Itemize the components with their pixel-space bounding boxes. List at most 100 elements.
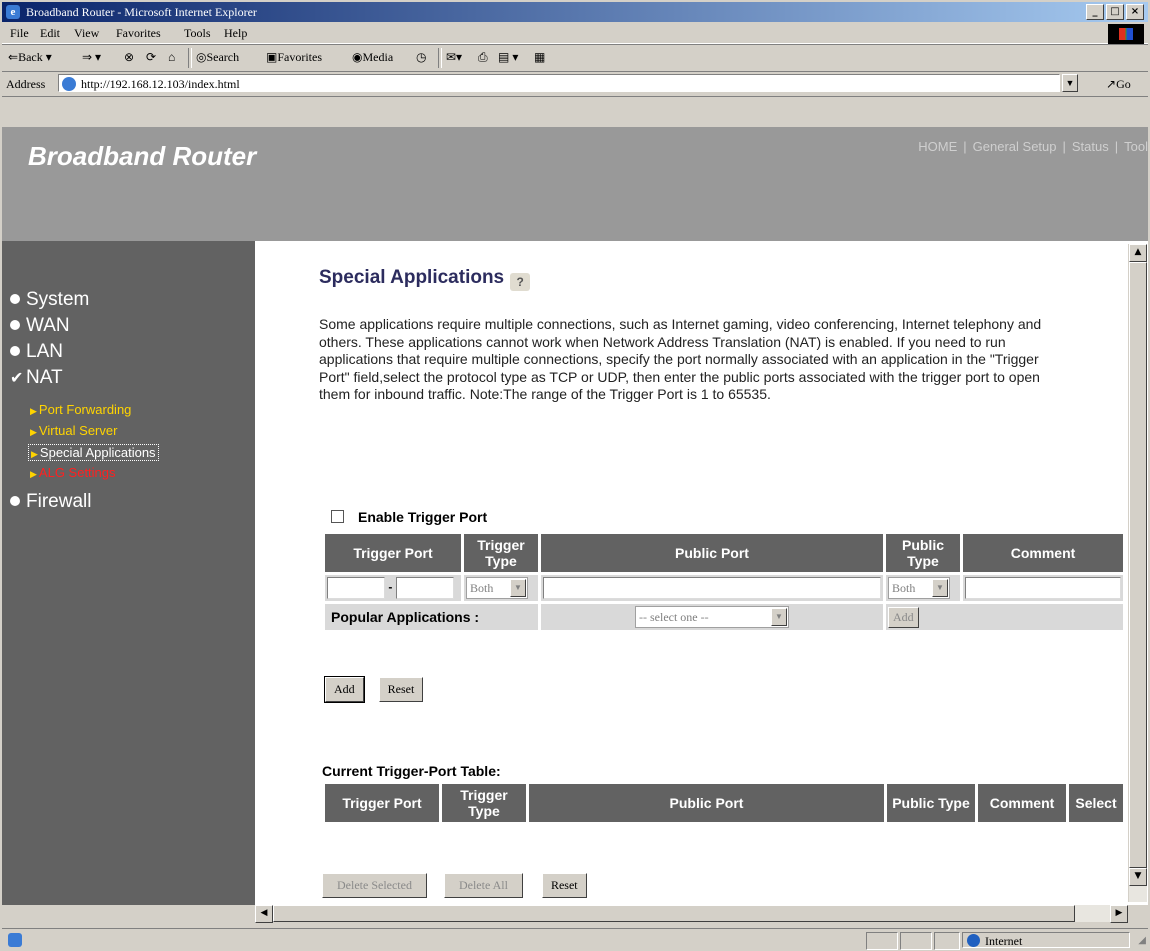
enable-trigger-checkbox[interactable] <box>331 510 344 523</box>
h-scroll-thumb[interactable] <box>273 905 1075 922</box>
address-bar: Address http://192.168.12.103/index.html… <box>2 72 1148 97</box>
menu-file[interactable]: File <box>10 26 29 41</box>
horizontal-scrollbar[interactable]: ◀ ▶ <box>255 905 1128 923</box>
trigger-port-start-input[interactable] <box>327 577 385 599</box>
bullet-icon <box>10 496 20 506</box>
go-button[interactable]: ↗Go <box>1106 77 1131 92</box>
bullet-icon <box>10 346 20 356</box>
enable-trigger-port[interactable]: Enable Trigger Port <box>331 509 487 525</box>
scroll-right-icon[interactable]: ▶ <box>1110 905 1128 923</box>
current-trigger-port-table: Trigger Port Trigger Type Public Port Pu… <box>322 781 1126 825</box>
page-status-icon <box>8 933 22 947</box>
edit-icon[interactable]: ▤ ▾ <box>498 50 518 65</box>
resize-grip-icon[interactable]: ◢ <box>1138 935 1146 946</box>
back-button[interactable]: ⇐Back ▾ <box>8 50 52 65</box>
chevron-down-icon: ▼ <box>510 579 526 597</box>
help-icon[interactable]: ? <box>510 273 531 291</box>
vertical-scrollbar[interactable]: ▲ ▼ <box>1128 244 1147 902</box>
address-dropdown[interactable]: ▼ <box>1062 74 1078 92</box>
trigger-port-cell: - <box>325 575 461 601</box>
sidebar-item-firewall[interactable]: Firewall <box>10 491 91 513</box>
sidebar: System WAN LAN ✔ NAT ▶ Port Forwarding ▶ Vi… <box>2 241 255 905</box>
forward-button[interactable]: ⇒ ▾ <box>82 50 101 65</box>
favorites-button[interactable]: ▣Favorites <box>266 50 322 65</box>
public-type-cell: Both ▼ <box>886 575 960 601</box>
window-title: Broadband Router - Microsoft Internet Ex… <box>26 5 257 19</box>
popular-add-button[interactable]: Add <box>888 606 919 628</box>
th-trigger-port: Trigger Port <box>325 534 461 572</box>
nav-home[interactable]: HOME <box>918 139 957 154</box>
history-icon[interactable]: ◷ <box>416 50 426 65</box>
discuss-icon[interactable]: ▦ <box>534 50 545 65</box>
page-title: Special Applications? <box>319 267 531 291</box>
reset-table-button[interactable]: Reset <box>541 873 587 898</box>
current-table-title: Current Trigger-Port Table: <box>322 763 501 779</box>
delete-all-button[interactable]: Delete All <box>443 873 523 898</box>
menu-favorites[interactable]: Favorites <box>116 26 161 41</box>
sidebar-item-system[interactable]: System <box>10 289 89 311</box>
sidebar-item-nat[interactable]: ✔ NAT <box>10 367 63 389</box>
scroll-up-icon[interactable]: ▲ <box>1129 244 1147 262</box>
title-bar: e Broadband Router - Microsoft Internet … <box>2 2 1148 22</box>
popular-applications-select[interactable]: -- select one -- ▼ <box>635 606 789 628</box>
nav-general-setup[interactable]: General Setup <box>973 139 1057 154</box>
sidebar-sub-special-applications[interactable]: ▶ Special Applications <box>28 444 159 461</box>
th-cur-trigger-type: Trigger Type <box>442 784 526 822</box>
close-button[interactable]: × <box>1126 4 1144 20</box>
bullet-icon <box>10 320 20 330</box>
status-bar: Internet ◢ <box>2 928 1148 951</box>
public-port-input[interactable] <box>543 577 881 599</box>
sidebar-sub-virtual-server[interactable]: ▶ Virtual Server <box>30 423 117 438</box>
search-button[interactable]: ◎Search <box>196 50 239 65</box>
browser-window: e Broadband Router - Microsoft Internet … <box>0 0 1150 951</box>
zone-indicator: Internet <box>962 932 1130 948</box>
comment-input[interactable] <box>965 577 1121 599</box>
th-cur-trigger-port: Trigger Port <box>325 784 439 822</box>
delete-selected-button[interactable]: Delete Selected <box>322 873 427 898</box>
popular-select-cell: -- select one -- ▼ <box>541 604 883 630</box>
reset-button[interactable]: Reset <box>378 677 424 702</box>
trigger-type-select[interactable]: Both ▼ <box>466 577 528 599</box>
scroll-down-icon[interactable]: ▼ <box>1129 868 1147 886</box>
ie-icon: e <box>6 5 20 19</box>
print-icon[interactable]: ⎙ <box>478 50 488 65</box>
sidebar-item-lan[interactable]: LAN <box>10 341 63 363</box>
sidebar-item-wan[interactable]: WAN <box>10 315 70 337</box>
form-actions: Add Reset <box>324 676 424 703</box>
menu-bar: File Edit View Favorites Tools Help <box>2 23 1148 44</box>
scroll-thumb[interactable] <box>1129 262 1147 868</box>
menu-edit[interactable]: Edit <box>40 26 60 41</box>
menu-tools[interactable]: Tools <box>184 26 211 41</box>
refresh-icon[interactable]: ⟳ <box>146 50 156 65</box>
add-button[interactable]: Add <box>324 676 365 703</box>
popular-add-cell: Add <box>886 604 1123 630</box>
stop-icon[interactable]: ⊗ <box>124 50 134 65</box>
sidebar-sub-port-forwarding[interactable]: ▶ Port Forwarding <box>30 402 131 417</box>
home-icon[interactable]: ⌂ <box>168 50 175 65</box>
sidebar-sub-alg-settings[interactable]: ▶ ALG Settings <box>30 465 116 480</box>
checkmark-icon: ✔ <box>10 370 24 387</box>
nav-tool[interactable]: Tool <box>1124 139 1148 154</box>
media-button[interactable]: ◉Media <box>352 50 393 65</box>
menu-view[interactable]: View <box>74 26 99 41</box>
media-icon: ◉ <box>352 50 363 64</box>
trigger-port-end-input[interactable] <box>395 577 454 599</box>
th-cur-select: Select <box>1069 784 1123 822</box>
bullet-icon <box>10 294 20 304</box>
nav-status[interactable]: Status <box>1072 139 1109 154</box>
address-input[interactable]: http://192.168.12.103/index.html <box>58 74 1060 92</box>
chevron-down-icon: ▼ <box>932 579 948 597</box>
trigger-type-cell: Both ▼ <box>464 575 538 601</box>
maximize-button[interactable]: □ <box>1106 4 1124 20</box>
scroll-left-icon[interactable]: ◀ <box>255 905 273 923</box>
minimize-button[interactable]: _ <box>1086 4 1104 20</box>
favorites-icon: ▣ <box>266 50 278 64</box>
menu-help[interactable]: Help <box>224 26 247 41</box>
public-type-select[interactable]: Both ▼ <box>888 577 950 599</box>
internet-globe-icon <box>967 934 980 947</box>
popular-applications-label: Popular Applications : <box>325 604 538 630</box>
main-content: Special Applications? Some applications … <box>255 241 1129 905</box>
th-cur-public-port: Public Port <box>529 784 884 822</box>
page-icon <box>62 77 76 91</box>
mail-icon[interactable]: ✉▾ <box>446 50 462 65</box>
